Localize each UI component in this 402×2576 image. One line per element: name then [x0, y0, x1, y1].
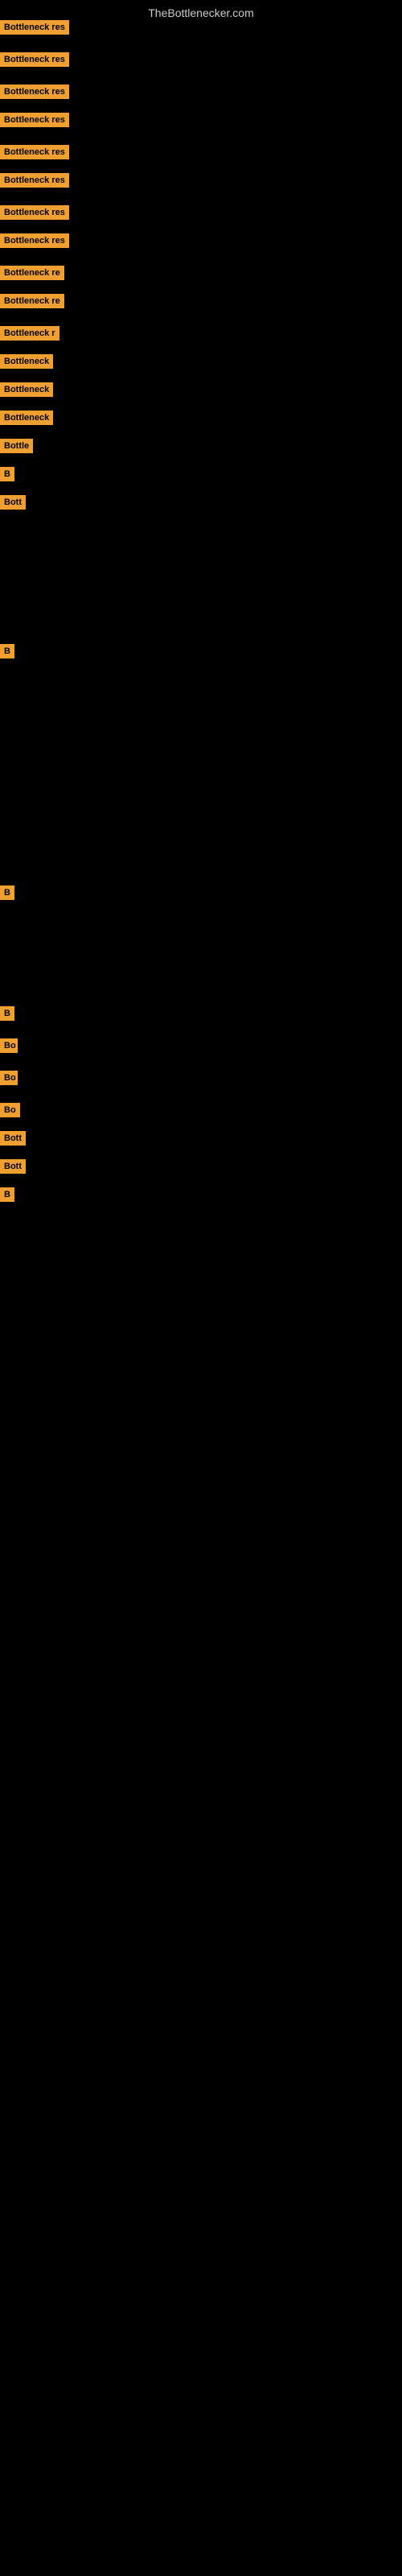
bottleneck-label: Bo [0, 1038, 18, 1053]
list-item[interactable]: Bottleneck re [0, 294, 64, 312]
bottleneck-label: Bottleneck res [0, 173, 69, 188]
list-item[interactable]: Bottleneck [0, 411, 53, 429]
list-item[interactable]: Bottleneck res [0, 20, 69, 39]
bottleneck-label: Bottleneck res [0, 85, 69, 99]
bottleneck-label: B [0, 467, 14, 481]
list-item[interactable]: Bottle [0, 439, 33, 457]
list-item[interactable]: B [0, 644, 14, 663]
bottleneck-label: B [0, 1187, 14, 1202]
list-item[interactable]: Bo [0, 1103, 20, 1121]
list-item[interactable]: Bott [0, 1131, 26, 1150]
list-item[interactable]: Bottleneck res [0, 205, 69, 224]
bottleneck-label: Bottleneck res [0, 20, 69, 35]
list-item[interactable]: Bottleneck [0, 354, 53, 373]
list-item[interactable]: Bottleneck [0, 382, 53, 401]
bottleneck-label: B [0, 644, 14, 658]
list-item[interactable]: Bottleneck res [0, 233, 69, 252]
bottleneck-label: Bott [0, 495, 26, 510]
bottleneck-label: B [0, 1006, 14, 1021]
bottleneck-label: Bo [0, 1071, 18, 1085]
bottleneck-label: Bottleneck re [0, 266, 64, 280]
bottleneck-label: Bo [0, 1103, 20, 1117]
list-item[interactable]: Bott [0, 1159, 26, 1178]
list-item[interactable]: B [0, 886, 14, 904]
list-item[interactable]: Bottleneck res [0, 145, 69, 163]
list-item[interactable]: Bottleneck res [0, 173, 69, 192]
list-item[interactable]: Bottleneck re [0, 266, 64, 284]
bottleneck-label: Bottleneck [0, 382, 53, 397]
list-item[interactable]: Bo [0, 1071, 18, 1089]
bottleneck-label: Bottle [0, 439, 33, 453]
bottleneck-label: Bottleneck res [0, 233, 69, 248]
list-item[interactable]: Bottleneck res [0, 113, 69, 131]
list-item[interactable]: B [0, 1187, 14, 1206]
bottleneck-label: Bottleneck res [0, 52, 69, 67]
bottleneck-label: B [0, 886, 14, 900]
list-item[interactable]: Bottleneck res [0, 85, 69, 103]
list-item[interactable]: Bo [0, 1038, 18, 1057]
list-item[interactable]: Bott [0, 495, 26, 514]
bottleneck-label: Bott [0, 1159, 26, 1174]
bottleneck-label: Bottleneck [0, 411, 53, 425]
bottleneck-label: Bottleneck [0, 354, 53, 369]
bottleneck-label: Bottleneck res [0, 113, 69, 127]
list-item[interactable]: B [0, 1006, 14, 1025]
bottleneck-label: Bott [0, 1131, 26, 1146]
bottleneck-label: Bottleneck r [0, 326, 59, 341]
list-item[interactable]: B [0, 467, 14, 485]
bottleneck-label: Bottleneck res [0, 145, 69, 159]
bottleneck-label: Bottleneck res [0, 205, 69, 220]
list-item[interactable]: Bottleneck r [0, 326, 59, 345]
bottleneck-label: Bottleneck re [0, 294, 64, 308]
list-item[interactable]: Bottleneck res [0, 52, 69, 71]
